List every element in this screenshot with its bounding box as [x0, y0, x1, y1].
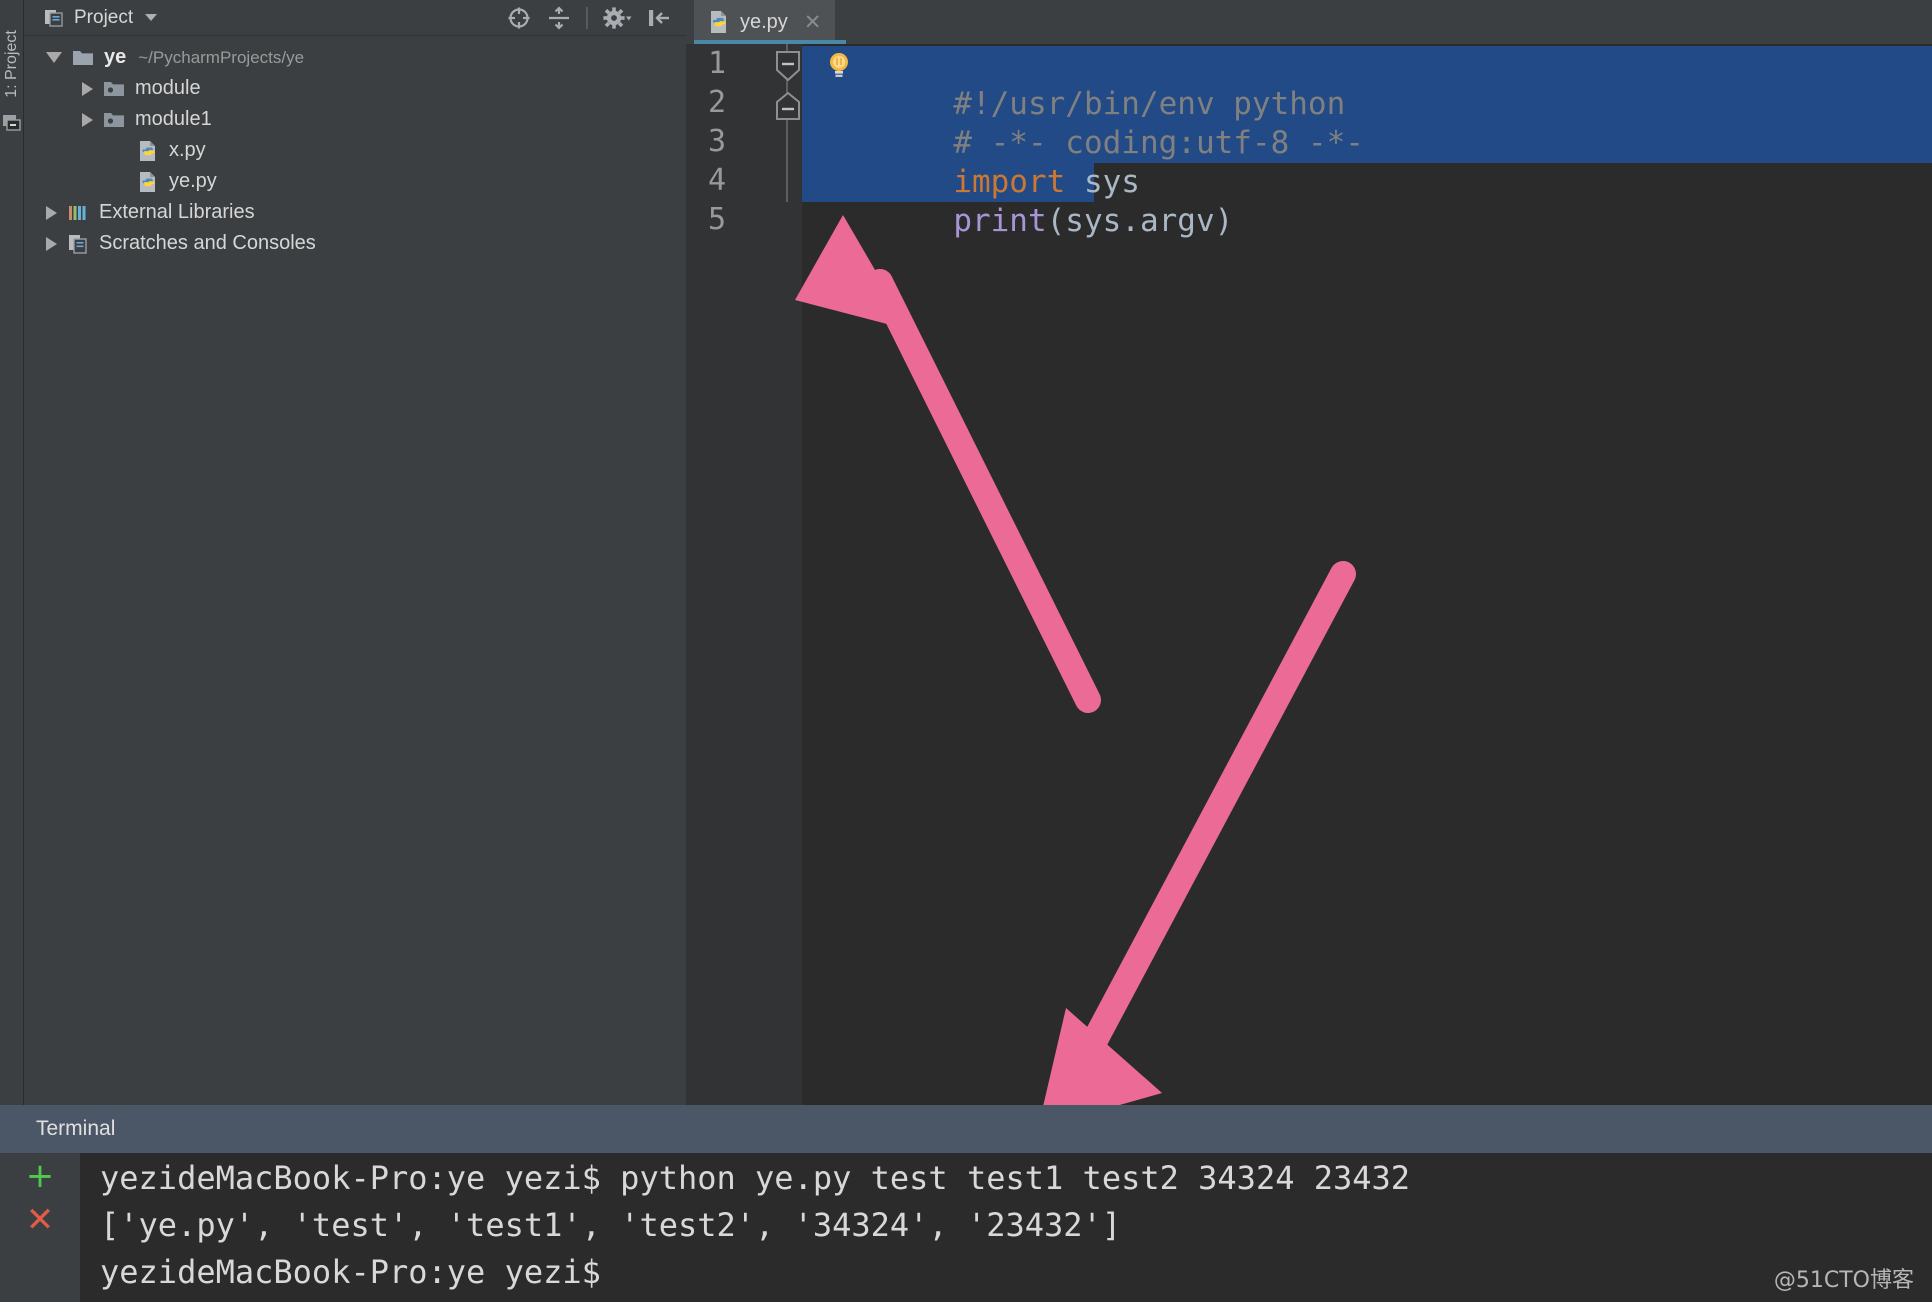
- code-text-area[interactable]: #!/usr/bin/env python # -*- coding:utf-8…: [802, 44, 1932, 1105]
- tree-label: Scratches and Consoles: [99, 232, 316, 255]
- tool-window-tab-project[interactable]: 1: Project: [0, 8, 24, 120]
- python-file-icon: [136, 170, 160, 194]
- line-number: 3: [686, 124, 726, 159]
- python-file-icon: [136, 139, 160, 163]
- close-terminal-button[interactable]: ✕: [26, 1205, 55, 1235]
- code-line-5: [802, 202, 953, 241]
- code-span: (sys.argv): [1047, 203, 1234, 239]
- chevron-collapsed-icon[interactable]: [82, 82, 93, 96]
- code-span: [951, 242, 953, 278]
- terminal-body[interactable]: + ✕ yezideMacBook-Pro:ye yezi$ python ye…: [0, 1153, 1932, 1302]
- project-panel-title: Project: [74, 7, 133, 29]
- gear-icon[interactable]: [602, 5, 632, 31]
- terminal-tool-window: Terminal + ✕ yezideMacBook-Pro:ye yezi$ …: [0, 1105, 1932, 1302]
- tree-label: module: [135, 77, 201, 100]
- chevron-collapsed-icon[interactable]: [82, 113, 93, 127]
- chevron-collapsed-icon[interactable]: [46, 206, 57, 220]
- project-tool-window: Project: [24, 0, 686, 1105]
- lightbulb-icon[interactable]: [826, 50, 852, 80]
- pycharm-window: 1: Project Project: [0, 0, 1932, 1302]
- tree-item-module[interactable]: module: [24, 73, 686, 104]
- python-file-icon: [708, 9, 732, 35]
- code-line-3: import sys: [802, 124, 1140, 163]
- project-panel-toolbar: [506, 5, 686, 31]
- collapse-all-icon[interactable]: [546, 5, 572, 31]
- locate-icon[interactable]: [506, 5, 532, 31]
- tree-label: ye: [104, 46, 126, 69]
- terminal-header[interactable]: Terminal: [0, 1105, 1932, 1153]
- fold-collapse-icon[interactable]: [774, 91, 802, 121]
- tree-item-ye-py[interactable]: ye.py: [24, 166, 686, 197]
- terminal-side-toolbar: + ✕: [0, 1153, 80, 1302]
- tree-label: ye.py: [169, 170, 217, 193]
- editor-tab-ye-py[interactable]: ye.py ✕: [694, 0, 835, 44]
- tree-item-x-py[interactable]: x.py: [24, 135, 686, 166]
- package-folder-icon: [102, 108, 126, 132]
- tree-item-ye[interactable]: ye ~/PycharmProjects/ye: [24, 42, 686, 73]
- scratches-icon: [66, 232, 90, 256]
- tree-item-external-libraries[interactable]: External Libraries: [24, 197, 686, 228]
- code-editor[interactable]: 1 2 3 4 5 #!/usr/bin/env python: [686, 44, 1932, 1105]
- tree-path: ~/PycharmProjects/ye: [138, 48, 304, 68]
- tree-item-scratches-and-consoles[interactable]: Scratches and Consoles: [24, 228, 686, 259]
- line-number: 2: [686, 85, 726, 120]
- chevron-expanded-icon[interactable]: [46, 52, 62, 63]
- terminal-output[interactable]: yezideMacBook-Pro:ye yezi$ python ye.py …: [80, 1153, 1932, 1302]
- toolbar-separator: [586, 7, 588, 29]
- code-line-2: # -*- coding:utf-8 -*-: [802, 85, 1364, 124]
- add-terminal-tab-button[interactable]: +: [26, 1161, 55, 1191]
- tree-label: module1: [135, 108, 212, 131]
- terminal-line: yezideMacBook-Pro:ye yezi$: [100, 1253, 601, 1291]
- editor-tab-label: ye.py: [740, 11, 788, 34]
- terminal-title: Terminal: [36, 1117, 115, 1141]
- close-icon[interactable]: ✕: [804, 12, 822, 33]
- fold-collapse-icon[interactable]: [774, 50, 802, 82]
- terminal-line: ['ye.py', 'test', 'test1', 'test2', '343…: [100, 1206, 1121, 1244]
- libraries-icon: [66, 201, 90, 225]
- chevron-down-icon[interactable]: [145, 14, 157, 21]
- project-panel-header: Project: [24, 0, 686, 36]
- hide-icon[interactable]: [646, 5, 672, 31]
- left-tool-strip: 1: Project: [0, 0, 24, 1150]
- code-line-1: #!/usr/bin/env python: [802, 46, 1345, 85]
- tree-label: External Libraries: [99, 201, 255, 224]
- folder-icon: [71, 46, 95, 70]
- code-span: print: [951, 203, 1046, 239]
- editor-tab-bar: ye.py ✕: [686, 0, 1932, 44]
- tree-label: x.py: [169, 139, 206, 162]
- code-line-4: print(sys.argv): [802, 163, 1233, 202]
- project-icon: [44, 8, 64, 28]
- terminal-line: yezideMacBook-Pro:ye yezi$ python ye.py …: [100, 1159, 1410, 1197]
- project-tree: ye ~/PycharmProjects/ye module mod: [24, 36, 686, 259]
- watermark: @51CTO博客: [1774, 1262, 1914, 1294]
- project-window-icon: [2, 112, 22, 132]
- line-number: 1: [686, 46, 726, 81]
- package-folder-icon: [102, 77, 126, 101]
- editor-gutter[interactable]: 1 2 3 4 5: [686, 44, 802, 1105]
- chevron-collapsed-icon[interactable]: [46, 237, 57, 251]
- tree-item-module1[interactable]: module1: [24, 104, 686, 135]
- line-number: 4: [686, 163, 726, 198]
- line-number: 5: [686, 202, 726, 237]
